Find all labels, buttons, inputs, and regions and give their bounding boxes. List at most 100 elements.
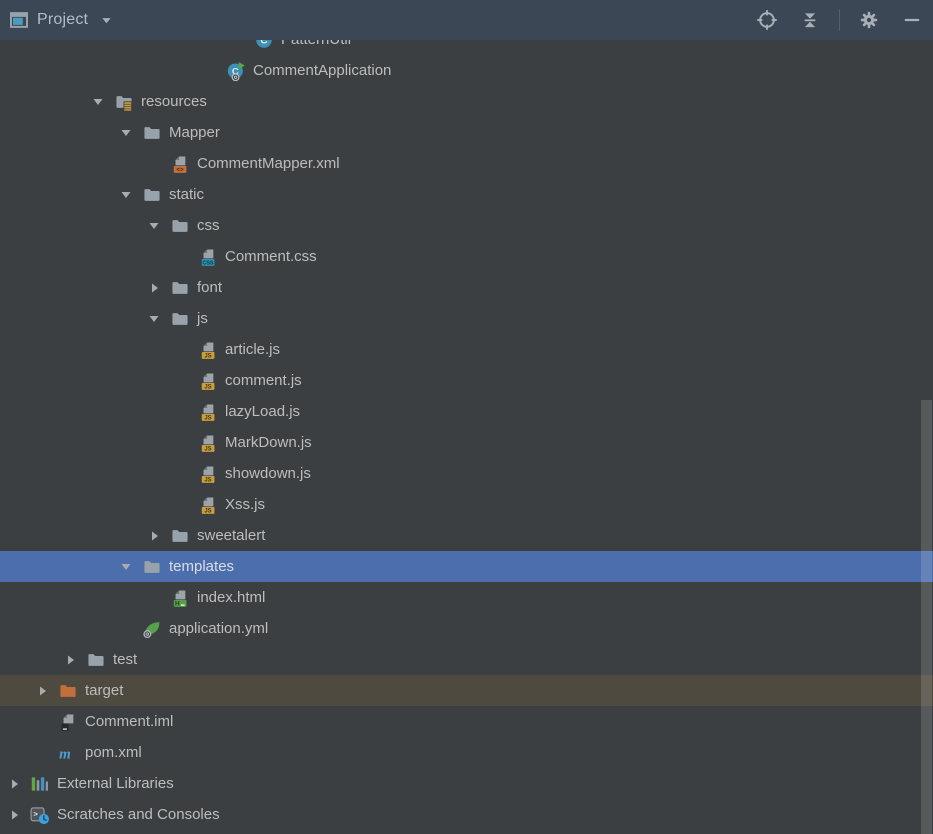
tree-row-markdown-js[interactable]: JS MarkDown.js xyxy=(0,427,933,458)
tree-row-article-js[interactable]: JS article.js xyxy=(0,334,933,365)
tree-row-label: resources xyxy=(141,86,207,117)
tree-row-css[interactable]: css xyxy=(0,210,933,241)
folder-icon xyxy=(170,278,190,298)
toolbar-separator xyxy=(839,9,840,31)
js-file-icon: JS xyxy=(198,433,218,453)
arrow-spacer xyxy=(174,249,198,265)
arrow-spacer xyxy=(34,745,58,761)
spring-boot-class-icon: C xyxy=(226,61,246,81)
tree-row-font[interactable]: font xyxy=(0,272,933,303)
js-file-icon: JS xyxy=(198,402,218,422)
tree-row-label: Comment.css xyxy=(225,241,317,272)
svg-text:JS: JS xyxy=(204,446,211,452)
chevron-expanded-icon[interactable] xyxy=(118,187,142,203)
tree-row-label: CommentMapper.xml xyxy=(197,148,340,179)
arrow-spacer xyxy=(174,466,198,482)
collapse-all-button[interactable] xyxy=(796,6,824,34)
locate-button[interactable] xyxy=(753,6,781,34)
tree-row-pom-xml[interactable]: m pom.xml xyxy=(0,737,933,768)
project-tree: C PatternUtil C CommentApplication resou… xyxy=(0,0,933,830)
hide-button[interactable] xyxy=(898,6,926,34)
svg-text:JS: JS xyxy=(204,415,211,421)
svg-text:m: m xyxy=(59,746,71,762)
tree-row-commentmapper-xml[interactable]: <> CommentMapper.xml xyxy=(0,148,933,179)
tree-row-label: MarkDown.js xyxy=(225,427,312,458)
tree-row-comment-css[interactable]: CSS Comment.css xyxy=(0,241,933,272)
tree-row-target[interactable]: target xyxy=(0,675,933,706)
tree-row-label: showdown.js xyxy=(225,458,311,489)
spring-config-icon xyxy=(142,619,162,639)
tree-row-label: Mapper xyxy=(169,117,220,148)
tree-row-comment-iml[interactable]: Comment.iml xyxy=(0,706,933,737)
tree-row-js[interactable]: js xyxy=(0,303,933,334)
scratches-icon: > xyxy=(30,805,50,825)
tree-row-showdown-js[interactable]: JS showdown.js xyxy=(0,458,933,489)
tree-row-label: test xyxy=(113,644,137,675)
project-tool-window-icon xyxy=(9,10,29,30)
tree-row-label: article.js xyxy=(225,334,280,365)
folder-icon xyxy=(142,557,162,577)
tree-row-label: Scratches and Consoles xyxy=(57,799,220,830)
chevron-down-icon xyxy=(100,14,113,27)
tree-row-label: js xyxy=(197,303,208,334)
folder-icon xyxy=(170,526,190,546)
tree-row-label: Comment.iml xyxy=(85,706,173,737)
resources-folder-icon xyxy=(114,92,134,112)
tree-row-label: lazyLoad.js xyxy=(225,396,300,427)
project-tool-window: C PatternUtil C CommentApplication resou… xyxy=(0,0,933,834)
maven-icon: m xyxy=(58,743,78,763)
svg-text:JS: JS xyxy=(204,477,211,483)
tree-row-xss-js[interactable]: JS Xss.js xyxy=(0,489,933,520)
tree-row-static[interactable]: static xyxy=(0,179,933,210)
settings-button[interactable] xyxy=(855,6,883,34)
tree-row-label: External Libraries xyxy=(57,768,174,799)
tree-row-label: pom.xml xyxy=(85,737,142,768)
tree-row-label: css xyxy=(197,210,220,241)
chevron-expanded-icon[interactable] xyxy=(90,94,114,110)
arrow-spacer xyxy=(202,63,226,79)
tree-row-templates[interactable]: templates xyxy=(0,551,933,582)
chevron-collapsed-icon[interactable] xyxy=(146,280,170,296)
tree-row-index-html[interactable]: H index.html xyxy=(0,582,933,613)
tree-row-label: comment.js xyxy=(225,365,302,396)
xml-file-icon: <> xyxy=(170,154,190,174)
chevron-collapsed-icon[interactable] xyxy=(6,807,30,823)
tree-row-mapper[interactable]: Mapper xyxy=(0,117,933,148)
arrow-spacer xyxy=(174,373,198,389)
folder-icon xyxy=(142,185,162,205)
libraries-icon xyxy=(30,774,50,794)
chevron-collapsed-icon[interactable] xyxy=(6,776,30,792)
locate-icon xyxy=(756,9,778,31)
tool-window-header: Project xyxy=(0,0,933,40)
svg-text:H: H xyxy=(175,600,180,607)
arrow-spacer xyxy=(146,590,170,606)
svg-text:>: > xyxy=(33,809,38,818)
chevron-expanded-icon[interactable] xyxy=(146,311,170,327)
tree-row-test[interactable]: test xyxy=(0,644,933,675)
tree-row-scratches-and-consoles[interactable]: > Scratches and Consoles xyxy=(0,799,933,830)
tree-row-label: font xyxy=(197,272,222,303)
tree-row-label: target xyxy=(85,675,123,706)
chevron-collapsed-icon[interactable] xyxy=(146,528,170,544)
module-file-icon xyxy=(58,712,78,732)
tree-row-sweetalert[interactable]: sweetalert xyxy=(0,520,933,551)
tree-row-label: static xyxy=(169,179,204,210)
chevron-collapsed-icon[interactable] xyxy=(34,683,58,699)
tree-row-application-yml[interactable]: application.yml xyxy=(0,613,933,644)
tree-row-commentapplication[interactable]: C CommentApplication xyxy=(0,55,933,86)
chevron-expanded-icon[interactable] xyxy=(118,559,142,575)
tree-row-external-libraries[interactable]: External Libraries xyxy=(0,768,933,799)
chevron-expanded-icon[interactable] xyxy=(118,125,142,141)
tree-row-label: CommentApplication xyxy=(253,55,391,86)
vertical-scrollbar-thumb[interactable] xyxy=(921,400,932,834)
tool-window-title-button[interactable]: Project xyxy=(0,10,113,30)
collapse-all-icon xyxy=(800,10,820,30)
tree-row-label: templates xyxy=(169,551,234,582)
tree-row-lazyload-js[interactable]: JS lazyLoad.js xyxy=(0,396,933,427)
chevron-collapsed-icon[interactable] xyxy=(62,652,86,668)
tree-row-comment-js[interactable]: JS comment.js xyxy=(0,365,933,396)
chevron-expanded-icon[interactable] xyxy=(146,218,170,234)
tree-row-resources[interactable]: resources xyxy=(0,86,933,117)
tree-row-label: application.yml xyxy=(169,613,268,644)
svg-text:CSS: CSS xyxy=(203,260,214,266)
